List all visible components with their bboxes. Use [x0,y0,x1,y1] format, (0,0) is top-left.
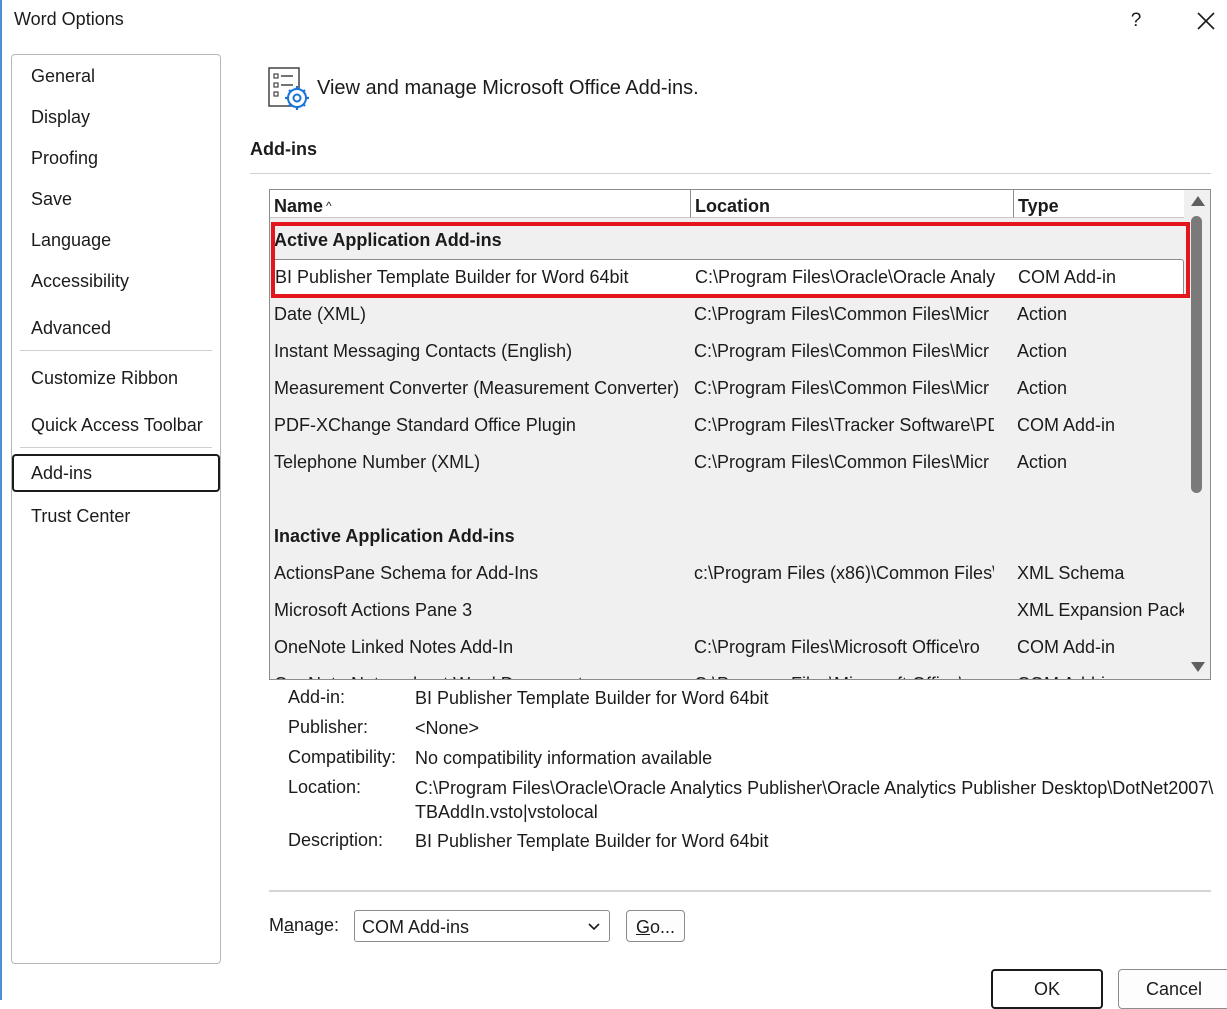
cell-type: Action [1017,341,1068,361]
sort-ascending-icon: ^ [326,199,332,213]
table-row[interactable]: ActionsPane Schema for Add-Ins c:\Progra… [270,555,1184,592]
detail-compatibility-label: Compatibility: [288,747,397,767]
table-row[interactable]: OneNote Linked Notes Add-In C:\Program F… [270,629,1184,666]
table-row[interactable]: Telephone Number (XML) C:\Program Files\… [270,444,1184,481]
detail-location-value-line2: TBAddIn.vsto|vstolocal [415,802,598,822]
sidebar-item-language[interactable]: Language [12,221,220,259]
cell-name: Telephone Number (XML) [274,452,481,472]
options-sidebar: General Display Proofing Save Language A… [11,54,221,964]
manage-dropdown[interactable]: COM Add-ins [354,910,610,942]
cell-location: C:\Program Files\Common Files\Micr [694,304,990,324]
cell-name: Date (XML) [274,304,367,324]
column-header-name[interactable]: Name ^ [270,190,691,218]
detail-publisher-value: <None> [415,718,480,738]
window-left-border [0,0,2,1000]
manage-label-accesskey: a [284,915,295,935]
table-row[interactable]: Microsoft Actions Pane 3 XML Expansion P… [270,592,1187,629]
table-row[interactable]: Date (XML) C:\Program Files\Common Files… [270,296,1184,333]
column-header-location[interactable]: Location [691,190,1014,218]
column-header-type[interactable]: Type [1014,190,1184,218]
detail-description-value: BI Publisher Template Builder for Word 6… [415,831,769,851]
cell-type: Action [1017,304,1068,324]
cell-type: COM Add-in [1017,637,1116,657]
cell-name: Microsoft Actions Pane 3 [274,600,473,620]
sidebar-item-customize-ribbon[interactable]: Customize Ribbon [12,359,220,397]
cell-location: C:\Program Files\Microsoft Office\ro [694,666,994,679]
sidebar-separator [20,447,212,448]
table-row[interactable]: Measurement Converter (Measurement Conve… [270,370,1184,407]
cell-name: Instant Messaging Contacts (English) [274,341,573,361]
manage-label-part: M [269,915,284,935]
ok-button[interactable]: OK [991,969,1103,1009]
window-title: Word Options [14,9,124,29]
add-ins-settings-icon [266,66,312,112]
sidebar-item-display[interactable]: Display [12,98,220,136]
bottom-divider [269,890,1211,892]
sidebar-item-proofing[interactable]: Proofing [12,139,220,177]
sidebar-item-quick-access-toolbar[interactable]: Quick Access Toolbar [12,406,220,444]
manage-label-part: nage: [294,915,340,935]
cell-name: Measurement Converter (Measurement Conve… [274,378,680,398]
sidebar-separator [20,350,212,351]
sidebar-item-trust-center[interactable]: Trust Center [12,497,220,535]
cell-type: XML Schema [1017,563,1125,583]
cell-location: C:\Program Files\Common Files\Micr [694,341,990,361]
cell-type: Action [1017,452,1068,472]
detail-addin-value: BI Publisher Template Builder for Word 6… [415,688,769,708]
detail-addin-label: Add-in: [288,687,346,707]
scroll-up-arrow-icon[interactable] [1191,196,1205,206]
cell-location: C:\Program Files\Common Files\Micr [694,452,990,472]
cell-name: PDF-XChange Standard Office Plugin [274,415,576,435]
cell-location: C:\Program Files\Tracker Software\PD [694,415,994,435]
go-button[interactable]: Go... [626,910,685,942]
cell-name: OneNote Linked Notes Add-In [274,637,514,657]
cell-name: ActionsPane Schema for Add-Ins [274,563,539,583]
detail-location-label: Location: [288,777,362,797]
sidebar-item-add-ins[interactable]: Add-ins [12,454,220,492]
sidebar-item-save[interactable]: Save [12,180,220,218]
cell-type: COM Add-in [1017,415,1116,435]
go-button-accesskey: G [635,917,650,937]
table-row[interactable]: PDF-XChange Standard Office Plugin C:\Pr… [270,407,1184,444]
scrollbar-thumb[interactable] [1191,216,1202,493]
close-button[interactable] [1193,8,1219,34]
table-row[interactable]: Instant Messaging Contacts (English) C:\… [270,333,1184,370]
cell-type: Action [1017,378,1068,398]
section-title: Add-ins [250,139,317,159]
cell-location: c:\Program Files (x86)\Common Files\ [694,563,994,583]
cancel-button[interactable]: Cancel [1118,969,1227,1009]
cell-location: C:\Program Files\Microsoft Office\ro [694,637,980,657]
sidebar-item-general[interactable]: General [12,57,220,95]
chevron-down-icon [588,923,600,931]
go-button-label: o... [650,917,676,937]
scroll-down-arrow-icon[interactable] [1191,662,1205,672]
cell-type: XML Expansion Pack [1017,600,1187,620]
manage-dropdown-value: COM Add-ins [362,917,470,937]
help-button[interactable]: ? [1125,8,1147,34]
sidebar-item-advanced[interactable]: Advanced [12,309,220,347]
group-header-inactive: Inactive Application Add-ins [274,526,515,546]
column-header-name-label: Name [274,196,324,216]
cell-type: COM Add-in [1017,666,1187,679]
table-row[interactable]: OneNote Notes about Word Documents C:\Pr… [270,666,1187,679]
cell-location: C:\Program Files\Common Files\Micr [694,378,990,398]
detail-compatibility-value: No compatibility information available [415,748,713,768]
page-header-text: View and manage Microsoft Office Add-ins… [317,77,699,99]
cell-name: OneNote Notes about Word Documents [274,666,684,679]
detail-publisher-label: Publisher: [288,717,369,737]
detail-location-value-line1: C:\Program Files\Oracle\Oracle Analytics… [415,778,1214,798]
section-divider [250,173,1211,174]
sidebar-item-accessibility[interactable]: Accessibility [12,262,220,300]
annotation-highlight-box [271,222,1190,298]
manage-label: Manage: [269,915,339,936]
close-icon [1197,12,1215,30]
detail-description-label: Description: [288,830,384,850]
